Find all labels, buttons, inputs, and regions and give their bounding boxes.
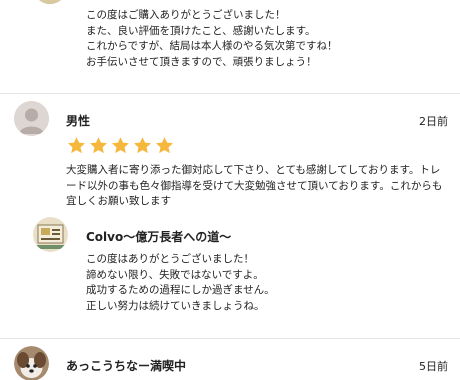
default-user-icon <box>14 101 49 136</box>
review-date: 5日前 <box>419 360 448 373</box>
star-icon <box>156 137 173 154</box>
reviewer-name: 男性 <box>66 114 91 128</box>
divider-1 <box>0 93 460 94</box>
review-text: 大変購入者に寄り添った御対応して下さり、とても感謝してしております。トレード以外… <box>66 164 443 207</box>
star-icon <box>112 137 129 154</box>
seller-reply-text-2: この度はありがとうございました！ 諦めない限り、失敗ではないですよ。 成功するた… <box>86 253 275 312</box>
avatar[interactable] <box>14 101 49 136</box>
star-icon <box>90 137 107 154</box>
seller-avatar-partial <box>33 0 67 4</box>
reviews-page: この度はご購入ありがとうございました！ また、良い評価を頂けたこと、感謝いたしま… <box>0 0 460 380</box>
seller-name: Colvo〜億万長者への道〜 <box>86 230 232 244</box>
seller-reply-text-1: この度はご購入ありがとうございました！ また、良い評価を頂けたこと、感謝いたしま… <box>86 9 338 68</box>
star-icon <box>134 137 151 154</box>
avatar[interactable] <box>14 346 49 380</box>
dog-photo-icon <box>14 346 49 380</box>
divider-2 <box>0 338 460 339</box>
star-rating <box>67 136 174 155</box>
review-date: 2日前 <box>419 115 448 128</box>
reviewer-name: あっこうちなー満喫中 <box>66 359 187 373</box>
star-icon <box>68 137 85 154</box>
seller-avatar[interactable] <box>33 217 68 252</box>
